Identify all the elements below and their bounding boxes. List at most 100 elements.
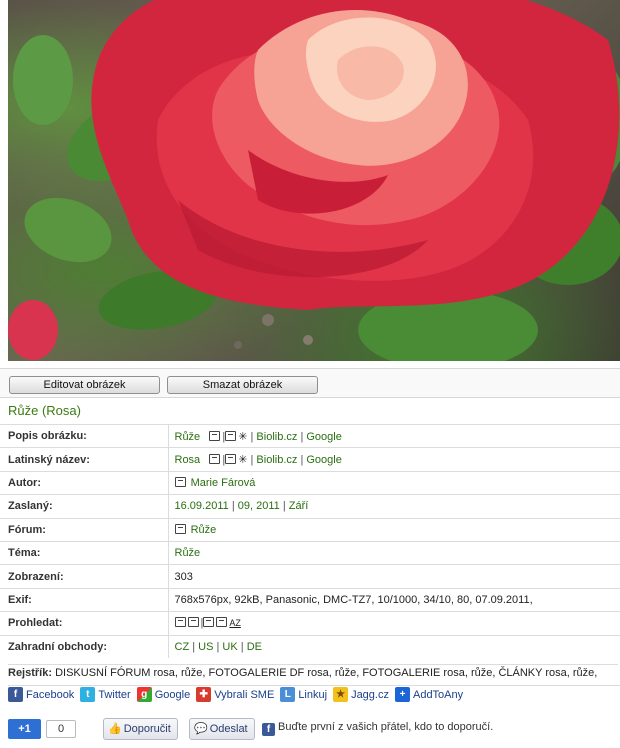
info-label: Zaslaný: bbox=[0, 494, 169, 519]
author-link[interactable]: Marie Fárová bbox=[191, 477, 256, 489]
shop-de-link[interactable]: DE bbox=[247, 641, 262, 653]
share-linkuj[interactable]: L Linkuj bbox=[280, 687, 327, 702]
info-value: Růže bbox=[168, 517, 620, 542]
share-label: Twitter bbox=[98, 688, 131, 701]
info-row-autor: Autor: Marie Fárová bbox=[0, 470, 620, 495]
asterisk-icon[interactable]: ✳ bbox=[238, 431, 247, 443]
share-google[interactable]: g Google bbox=[136, 687, 191, 702]
info-label: Autor: bbox=[0, 470, 169, 495]
photo-search-icon[interactable] bbox=[174, 617, 186, 628]
facebook-icon: f bbox=[8, 687, 23, 702]
google-icon: g bbox=[136, 687, 152, 702]
info-value: Rosa | ✳ | Biolib.cz | Google bbox=[168, 447, 620, 472]
delete-image-button[interactable]: Smazat obrázek bbox=[167, 376, 318, 394]
info-value: Růže bbox=[168, 540, 620, 565]
search-icon[interactable] bbox=[216, 617, 228, 628]
google-link[interactable]: Google bbox=[306, 431, 341, 443]
send-button[interactable]: 💬 Odeslat bbox=[189, 718, 255, 740]
share-label: Jagg.cz bbox=[351, 688, 389, 701]
edit-image-button[interactable]: Editovat obrázek bbox=[9, 376, 160, 394]
info-value: | AZ bbox=[168, 611, 620, 636]
thumbs-up-icon: 👍 bbox=[108, 723, 122, 735]
info-label: Popis obrázku: bbox=[0, 423, 169, 448]
shop-uk-link[interactable]: UK bbox=[222, 641, 237, 653]
info-row-forum: Fórum: Růže bbox=[0, 517, 620, 542]
biolib-link[interactable]: Biolib.cz bbox=[256, 454, 297, 466]
photo-search-icon[interactable] bbox=[187, 617, 199, 628]
share-label: Vybrali SME bbox=[214, 688, 275, 701]
speech-bubble-icon: 💬 bbox=[194, 723, 208, 735]
info-row-zobrazeni: Zobrazení: 303 bbox=[0, 564, 620, 589]
google-link[interactable]: Google bbox=[306, 454, 341, 466]
view-count: 303 bbox=[168, 564, 620, 589]
social-buttons: +1 0 👍 Doporučit 💬 Odeslat f Buďte první z … bbox=[8, 718, 620, 740]
photo-search-icon[interactable] bbox=[225, 430, 237, 441]
photo-search-icon[interactable] bbox=[209, 454, 221, 465]
facebook-icon: f bbox=[262, 723, 275, 736]
photo-search-icon[interactable] bbox=[203, 617, 215, 628]
info-value: 16.09.2011 | 09, 2011 | Září bbox=[168, 494, 620, 519]
info-row-prohledat: Prohledat: | AZ bbox=[0, 611, 620, 636]
share-bar: f Facebook t Twitter g Google ✚ Vybrali SME … bbox=[8, 685, 620, 702]
share-label: AddToAny bbox=[412, 688, 464, 701]
info-label: Téma: bbox=[0, 540, 169, 565]
share-jagg[interactable]: ★ Jagg.cz bbox=[333, 687, 389, 702]
google-plus-button[interactable]: +1 bbox=[8, 719, 41, 739]
az-index-icon[interactable]: AZ bbox=[229, 618, 241, 628]
image-toolbar: Editovat obrázek Smazat obrázek bbox=[0, 368, 620, 398]
info-row-exif: Exif: 768x576px, 92kB, Panasonic, DMC-TZ… bbox=[0, 587, 620, 612]
exif-value: 768x576px, 92kB, Panasonic, DMC-TZ7, 10/… bbox=[168, 587, 620, 612]
send-label: Odeslat bbox=[209, 723, 248, 735]
info-value: Růže | ✳ | Biolib.cz | Google bbox=[168, 423, 620, 448]
info-row-popis: Popis obrázku: Růže | ✳ | Biolib.cz | Goo… bbox=[0, 423, 620, 448]
sme-icon: ✚ bbox=[196, 687, 212, 702]
biolib-link[interactable]: Biolib.cz bbox=[256, 431, 297, 443]
facebook-note-text: Buďte první z vašich přátel, kdo to dopo… bbox=[278, 721, 494, 733]
share-sme[interactable]: ✚ Vybrali SME bbox=[196, 687, 274, 702]
info-value: Marie Fárová bbox=[168, 470, 620, 495]
share-label: Google bbox=[154, 688, 191, 701]
latin-link[interactable]: Rosa bbox=[175, 454, 201, 466]
index-line: Rejstřík: DISKUSNÍ FÓRUM rosa, růže, FOT… bbox=[8, 664, 618, 679]
rose-illustration bbox=[8, 0, 620, 361]
info-row-zaslany: Zaslaný: 16.09.2011 | 09, 2011 | Září bbox=[0, 494, 620, 519]
photo-search-icon[interactable] bbox=[209, 430, 221, 441]
index-links[interactable]: DISKUSNÍ FÓRUM rosa, růže, FOTOGALERIE D… bbox=[55, 667, 597, 679]
share-facebook[interactable]: f Facebook bbox=[8, 687, 74, 702]
rose-photo bbox=[8, 0, 620, 361]
date-link[interactable]: 16.09.2011 bbox=[175, 500, 229, 512]
info-label: Prohledat: bbox=[0, 611, 169, 636]
photo-search-icon[interactable] bbox=[225, 454, 237, 465]
photo-search-icon[interactable] bbox=[174, 523, 186, 534]
recommend-label: Doporučit bbox=[123, 723, 171, 735]
share-twitter[interactable]: t Twitter bbox=[80, 687, 131, 702]
month-year-link[interactable]: 09, 2011 bbox=[238, 500, 280, 512]
forum-link[interactable]: Růže bbox=[191, 524, 217, 536]
info-row-obchody: Zahradní obchody: CZ | US | UK | DE bbox=[0, 634, 620, 659]
share-label: Facebook bbox=[26, 688, 75, 701]
info-row-latin: Latinský název: Rosa | ✳ | Biolib.cz | Go… bbox=[0, 447, 620, 472]
share-addtoany[interactable]: + AddToAny bbox=[394, 687, 464, 702]
photo-search-icon[interactable] bbox=[174, 476, 186, 487]
shop-cz-link[interactable]: CZ bbox=[175, 641, 190, 653]
share-label: Linkuj bbox=[298, 688, 328, 701]
popis-link[interactable]: Růže bbox=[175, 431, 201, 443]
info-label: Exif: bbox=[0, 587, 169, 612]
info-label: Zahradní obchody: bbox=[0, 634, 169, 659]
info-label: Fórum: bbox=[0, 517, 169, 542]
google-plus-count: 0 bbox=[46, 720, 76, 738]
info-label: Zobrazení: bbox=[0, 564, 169, 589]
recommend-button[interactable]: 👍 Doporučit bbox=[103, 718, 178, 740]
facebook-note: f Buďte první z vašich přátel, kdo to dop… bbox=[262, 721, 493, 736]
star-icon: ★ bbox=[333, 687, 349, 702]
asterisk-icon[interactable]: ✳ bbox=[238, 454, 247, 466]
month-link[interactable]: Září bbox=[289, 500, 309, 512]
info-row-tema: Téma: Růže bbox=[0, 540, 620, 565]
index-label: Rejstřík: bbox=[8, 667, 53, 679]
topic-link[interactable]: Růže bbox=[175, 547, 201, 559]
plus-icon: + bbox=[394, 687, 410, 702]
linkuj-icon: L bbox=[280, 687, 296, 702]
image-title: Růže (Rosa) bbox=[8, 403, 81, 418]
shop-us-link[interactable]: US bbox=[198, 641, 213, 653]
twitter-icon: t bbox=[80, 687, 96, 702]
